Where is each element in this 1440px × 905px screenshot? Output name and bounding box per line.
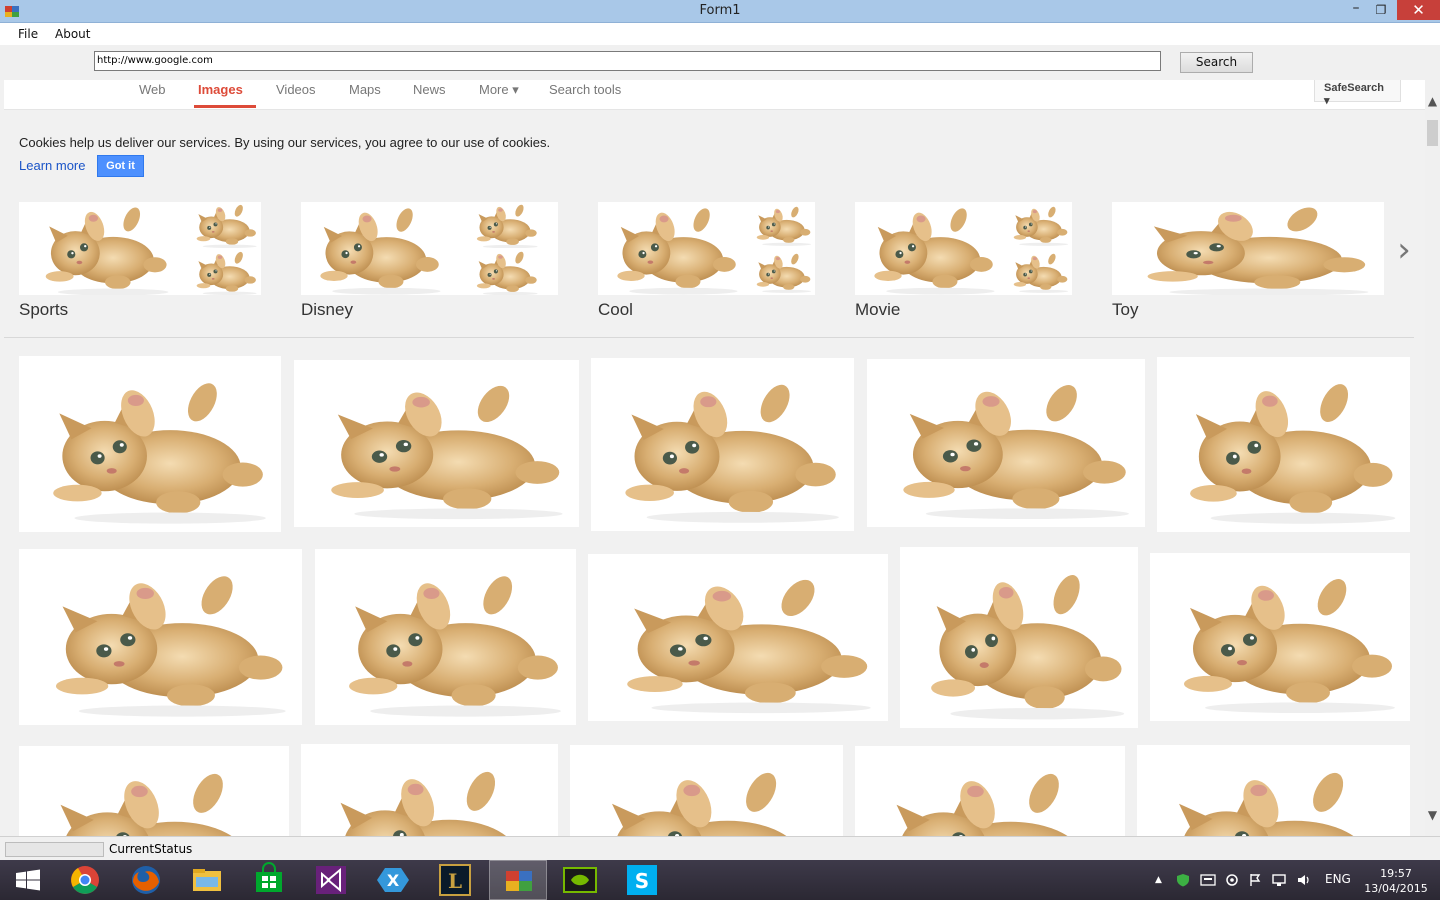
tab-more[interactable]: More ▾: [479, 82, 519, 98]
category-thumbnails: [855, 202, 1072, 295]
keyboard-tray-icon[interactable]: [1200, 873, 1216, 887]
category-label: Toy: [1112, 300, 1139, 319]
image-result[interactable]: [867, 359, 1145, 527]
image-result[interactable]: [900, 547, 1138, 728]
svg-text:L: L: [448, 869, 462, 893]
tab-videos[interactable]: Videos: [276, 82, 316, 97]
tab-search-tools[interactable]: Search tools: [549, 82, 621, 97]
scroll-thumb[interactable]: [1427, 120, 1438, 146]
image-result[interactable]: [301, 744, 558, 836]
progress-bar: [5, 842, 104, 857]
tab-maps[interactable]: Maps: [349, 82, 381, 97]
image-result[interactable]: [1157, 357, 1410, 532]
category-label: Cool: [598, 300, 633, 319]
minimize-button[interactable]: –: [1346, 0, 1366, 22]
volume-icon[interactable]: [1296, 873, 1312, 887]
store-icon[interactable]: [240, 860, 298, 900]
status-strip: CurrentStatus: [0, 836, 1440, 860]
image-result[interactable]: [19, 356, 281, 532]
sync-tray-icon[interactable]: [1224, 873, 1240, 887]
image-result[interactable]: [588, 554, 888, 721]
menu-bar: File About: [0, 23, 1440, 45]
xamarin-icon[interactable]: X: [364, 860, 422, 900]
scroll-up-arrow[interactable]: ▲: [1425, 94, 1440, 108]
search-button[interactable]: Search: [1180, 52, 1253, 73]
language-indicator[interactable]: ENG: [1325, 872, 1351, 886]
address-row: http://www.google.com Search: [0, 45, 1440, 80]
status-label: CurrentStatus: [109, 842, 193, 856]
got-it-button[interactable]: Got it: [97, 155, 144, 177]
active-tab-underline: [194, 105, 256, 108]
category-thumbnails: [598, 202, 815, 295]
image-result[interactable]: [591, 358, 854, 531]
cookie-notice-text: Cookies help us deliver our services. By…: [19, 135, 551, 150]
action-center-flag-icon[interactable]: [1248, 873, 1262, 887]
clock[interactable]: 19:57 13/04/2015: [1364, 866, 1428, 896]
category-thumbnails: [1112, 202, 1384, 295]
safesearch-dropdown[interactable]: SafeSearch ▾: [1314, 80, 1401, 107]
category-thumbnails: [19, 202, 261, 295]
image-result[interactable]: [19, 549, 302, 725]
learn-more-link[interactable]: Learn more: [19, 158, 85, 173]
menu-about[interactable]: About: [55, 27, 90, 41]
restore-button[interactable]: ❐: [1370, 0, 1392, 22]
chrome-icon[interactable]: [56, 860, 114, 900]
clock-time: 19:57: [1380, 867, 1412, 880]
image-result[interactable]: [1150, 553, 1410, 721]
category-label: Disney: [301, 300, 353, 319]
vertical-scrollbar[interactable]: ▲ ▼: [1425, 80, 1440, 836]
category-label: Sports: [19, 300, 69, 319]
image-result[interactable]: [570, 745, 843, 836]
show-hidden-icons[interactable]: ▲: [1155, 875, 1162, 885]
tab-news[interactable]: News: [413, 82, 446, 97]
svg-text:S: S: [635, 869, 649, 893]
winforms-app-icon[interactable]: [489, 860, 547, 900]
menu-file[interactable]: File: [18, 27, 38, 41]
scroll-down-arrow[interactable]: ▼: [1425, 808, 1440, 822]
google-nav-bar: Web Images Videos Maps News More ▾ Searc…: [4, 80, 1425, 110]
image-result[interactable]: [294, 360, 579, 527]
image-result[interactable]: [19, 746, 289, 836]
web-browser-view: Web Images Videos Maps News More ▾ Searc…: [0, 80, 1425, 836]
image-result[interactable]: [1137, 745, 1410, 836]
image-result[interactable]: [315, 549, 576, 725]
image-result[interactable]: [855, 746, 1125, 836]
league-icon[interactable]: L: [426, 860, 484, 900]
tab-web[interactable]: Web: [139, 82, 166, 97]
nvidia-icon[interactable]: [551, 860, 609, 900]
next-categories-arrow[interactable]: ›: [1386, 230, 1422, 274]
window-title: Form1: [699, 3, 741, 18]
close-button[interactable]: ✕: [1397, 0, 1440, 20]
firefox-icon[interactable]: [117, 860, 175, 900]
svg-text:X: X: [387, 871, 400, 890]
tab-images[interactable]: Images: [198, 82, 243, 97]
section-divider: [4, 337, 1414, 338]
start-icon[interactable]: [0, 860, 56, 900]
file-explorer-icon[interactable]: [178, 860, 236, 900]
window-title-bar: Form1 – ❐ ✕: [0, 0, 1440, 23]
visual-studio-icon[interactable]: [302, 860, 360, 900]
security-shield-icon[interactable]: [1176, 873, 1190, 887]
skype-icon[interactable]: S: [613, 860, 671, 900]
network-icon[interactable]: [1271, 873, 1287, 887]
url-input[interactable]: http://www.google.com: [94, 51, 1161, 71]
category-thumbnails: [301, 202, 558, 295]
windows-taskbar: X L S ▲ ENG 19:57 13/04/2015: [0, 860, 1440, 900]
category-label: Movie: [855, 300, 901, 319]
clock-date: 13/04/2015: [1364, 882, 1428, 895]
